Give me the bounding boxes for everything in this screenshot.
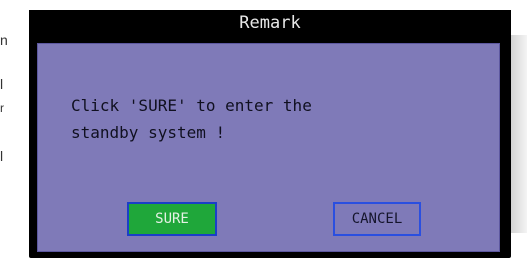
dialog-message: Click 'SURE' to enter the standby system… <box>71 96 312 142</box>
dialog-title: Remark <box>29 10 511 42</box>
background-text-fragment: r <box>0 101 4 115</box>
cancel-button[interactable]: CANCEL <box>333 202 421 236</box>
dialog-body: Click 'SURE' to enter the standby system… <box>37 43 500 252</box>
background-text-fragment: l <box>0 148 4 164</box>
screen: n l r l Remark Click 'SURE' to enter the… <box>0 0 531 259</box>
remark-dialog: Remark Click 'SURE' to enter the standby… <box>29 10 511 258</box>
background-text-fragment: l <box>0 76 4 92</box>
sure-button[interactable]: SURE <box>127 202 217 236</box>
background-text-fragment: n <box>0 32 8 48</box>
